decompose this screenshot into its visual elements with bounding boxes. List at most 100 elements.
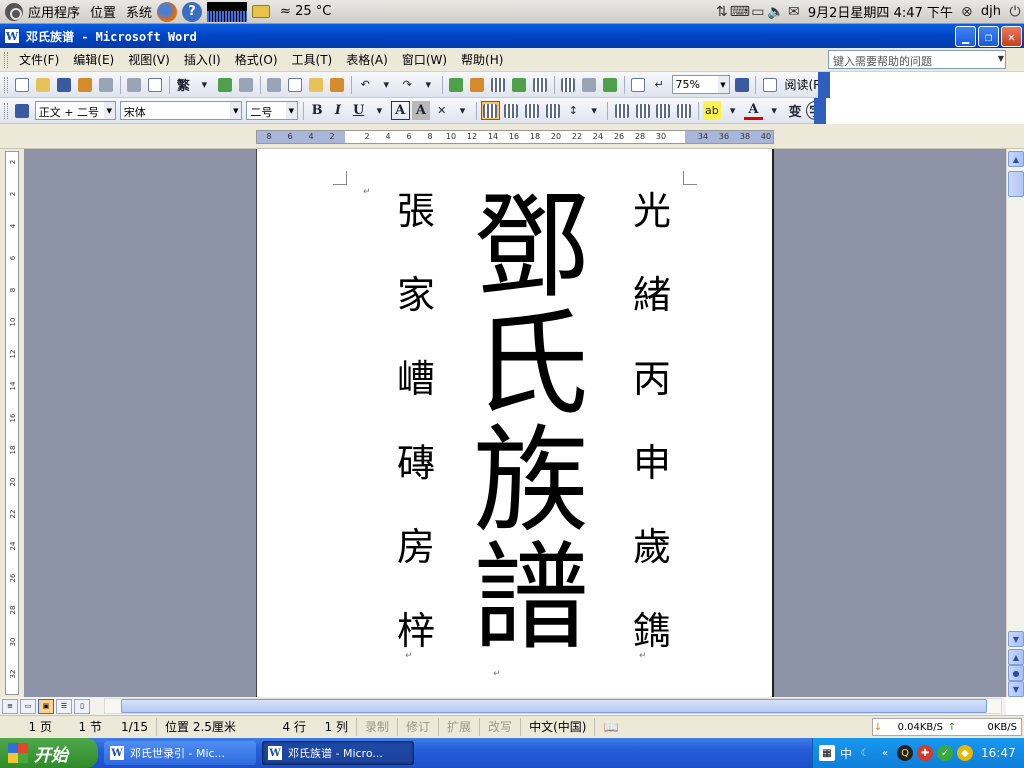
undo-dropdown-icon[interactable]: ▾ (377, 75, 396, 94)
font-select[interactable]: 宋体 ▼ (119, 101, 243, 120)
font-dropdown-icon[interactable]: ▼ (230, 102, 242, 119)
display-icon[interactable]: ▭ (749, 4, 767, 20)
align-center-button[interactable] (502, 101, 521, 120)
zoom-select[interactable]: 75% ▼ (671, 75, 730, 94)
redo-button[interactable]: ↷ (398, 75, 417, 94)
align-justify-button[interactable] (480, 101, 500, 120)
folder-icon[interactable] (252, 5, 271, 18)
minimize-button[interactable]: ▁ (955, 26, 976, 47)
char-border-button[interactable]: A (390, 101, 410, 120)
font-color-dropdown-icon[interactable]: ▾ (765, 101, 784, 120)
volume-icon[interactable]: 🔈 (767, 4, 785, 20)
email-button[interactable] (97, 75, 116, 94)
menu-help[interactable]: 帮助(H) (454, 51, 510, 68)
menu-window[interactable]: 窗口(W) (395, 51, 454, 68)
ime-switch-icon[interactable]: ▦ (819, 745, 835, 761)
print-preview-button[interactable] (146, 75, 165, 94)
increase-indent-button[interactable] (675, 101, 694, 120)
title-column-text[interactable]: 鄧 氏 族 譜 (473, 189, 589, 657)
zoom-dropdown-icon[interactable]: ▼ (717, 76, 729, 93)
save-button[interactable] (55, 75, 74, 94)
menu-file[interactable]: 文件(F) (12, 51, 66, 68)
scroll-up-button[interactable]: ▲ (1008, 151, 1024, 167)
help-dropdown-arrow-icon[interactable]: ▼ (998, 54, 1004, 63)
system-monitor-graph[interactable] (207, 1, 248, 22)
paste-button[interactable] (307, 75, 326, 94)
browse-object-button[interactable]: ● (1008, 665, 1024, 681)
left-column-text[interactable]: 張 家 嶆 磚 房 梓 (397, 169, 435, 673)
tray-expand-icon[interactable]: « (877, 745, 893, 761)
vertical-scroll-thumb[interactable] (1008, 171, 1024, 197)
style-select[interactable]: 正文 + 二号 ▼ (34, 101, 116, 120)
char-scale-button[interactable]: ✕ (432, 101, 451, 120)
security-shield-icon[interactable]: ✓ (937, 745, 954, 761)
help-question-input[interactable]: 键入需要帮助的问题 (828, 50, 1006, 69)
clock[interactable]: 9月2日星期四 4:47 下午 (803, 0, 958, 24)
reading-view-button[interactable]: ▯ (74, 698, 90, 714)
print-button[interactable] (125, 75, 144, 94)
traditional-chinese-button[interactable]: 繁 (174, 75, 193, 94)
columns-button[interactable] (531, 75, 550, 94)
menu-insert[interactable]: 插入(I) (177, 51, 228, 68)
status-extend[interactable]: 扩展 (438, 718, 479, 736)
ime-mode[interactable]: 中 (840, 745, 852, 762)
status-language[interactable]: 中文(中国) (520, 718, 594, 736)
restore-button[interactable]: ❐ (978, 26, 999, 47)
insert-excel-button[interactable] (510, 75, 529, 94)
format-toolbar-options-chevron-icon[interactable] (814, 98, 826, 124)
show-hide-marks-button[interactable]: ↵ (650, 75, 669, 94)
format-painter-button[interactable] (328, 75, 347, 94)
document-page[interactable]: ↵ 張 家 嶆 磚 房 梓 ↵ 鄧 氏 族 譜 ↵ 光 緒 丙 申 歲 鐫 ↵ (256, 149, 774, 709)
window-titlebar[interactable]: W 邓氏族谱 - Microsoft Word ▁ ❐ ✕ (0, 24, 1024, 48)
tables-borders-button[interactable] (468, 75, 487, 94)
keyboard-icon[interactable]: ⌨ (730, 4, 750, 20)
taskbar-item-shilu[interactable]: W 邓氏世录引 - Mic... (104, 741, 256, 765)
font-color-button[interactable]: A (744, 101, 763, 120)
drawing-button[interactable] (601, 75, 620, 94)
previous-page-button[interactable]: ▲ (1008, 649, 1024, 665)
cut-button[interactable] (265, 75, 284, 94)
taskbar-item-zupu[interactable]: W 邓氏族谱 - Micro... (262, 741, 414, 765)
toolbar-grip[interactable] (4, 76, 8, 93)
open-button[interactable] (34, 75, 53, 94)
mail-icon[interactable]: ✉ (785, 4, 803, 20)
underline-dropdown-icon[interactable]: ▾ (370, 101, 389, 120)
menu-view[interactable]: 视图(V) (121, 51, 177, 68)
numbering-button[interactable] (612, 101, 631, 120)
scroll-down-button[interactable]: ▼ (1008, 631, 1024, 647)
status-track-changes[interactable]: 修订 (397, 718, 438, 736)
horizontal-scroll-thumb[interactable] (121, 699, 987, 713)
ubuntu-logo-icon[interactable] (5, 2, 23, 21)
menu-edit[interactable]: 编辑(E) (66, 51, 121, 68)
horizontal-ruler[interactable]: 8 6 4 2 2 4 6 8 10 12 14 16 18 20 22 24 26 28 30 34 36 38 40 (256, 130, 774, 144)
undo-button[interactable]: ↶ (356, 75, 375, 94)
menu-tools[interactable]: 工具(T) (285, 51, 340, 68)
user-switcher-icon[interactable]: ⊗ (958, 4, 976, 20)
horizontal-scrollbar[interactable] (104, 698, 1002, 714)
decrease-indent-button[interactable] (654, 101, 673, 120)
vertical-scrollbar[interactable]: ▲ ▼ ▲ ● ▼ (1006, 149, 1024, 697)
shield-icon[interactable]: ◆ (957, 745, 974, 761)
highlight-dropdown-icon[interactable]: ▾ (723, 101, 742, 120)
status-record[interactable]: 录制 (356, 718, 397, 736)
italic-button[interactable]: I (329, 101, 348, 120)
vertical-ruler[interactable]: 2 2 4 6 8 10 12 14 16 18 20 22 24 26 28 30 32 (5, 151, 19, 695)
highlight-button[interactable]: ab (702, 101, 722, 120)
size-dropdown-icon[interactable]: ▼ (285, 102, 297, 119)
power-icon[interactable]: ⏻ (1006, 4, 1024, 20)
insert-columns-button[interactable] (559, 75, 578, 94)
normal-view-button[interactable]: ≡ (2, 698, 18, 714)
char-shading-button[interactable]: A (411, 101, 431, 120)
ime-moon-icon[interactable]: ☾ (857, 745, 873, 761)
help-icon[interactable]: ? (182, 1, 203, 22)
applications-menu[interactable]: 应用程序 (23, 0, 85, 24)
research-button[interactable] (237, 75, 256, 94)
redo-dropdown-icon[interactable]: ▾ (419, 75, 438, 94)
word-app-icon[interactable]: W (4, 28, 20, 44)
line-spacing-button[interactable]: ↕ (564, 101, 583, 120)
next-page-button[interactable]: ▼ (1008, 681, 1024, 697)
toolbar-grip[interactable] (4, 102, 8, 119)
places-menu[interactable]: 位置 (85, 0, 121, 24)
right-column-text[interactable]: 光 緒 丙 申 歲 鐫 (633, 169, 671, 673)
distributed-button[interactable] (543, 101, 562, 120)
